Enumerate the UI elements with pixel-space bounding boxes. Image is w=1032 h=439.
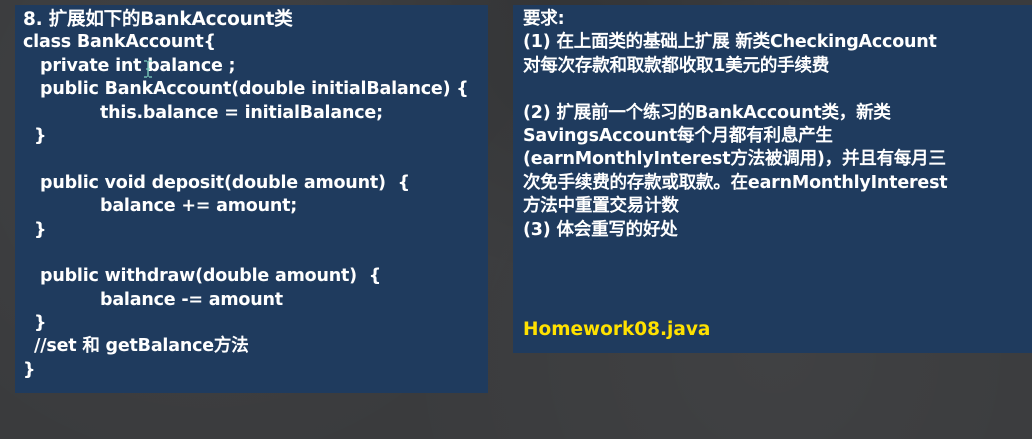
requirement-2-line: 次免手续费的存款或取款。在earnMonthlyInterest	[523, 172, 948, 193]
code-line: balance -= amount	[100, 289, 283, 310]
code-line: private int balance ;	[40, 55, 236, 76]
code-line: this.balance = initialBalance;	[100, 102, 383, 123]
code-comment: //set 和 getBalance方法	[34, 336, 249, 357]
code-line: }	[23, 359, 36, 380]
requirement-2-line: SavingsAccount每个月都有利息产生	[523, 125, 833, 146]
requirements-heading: 要求:	[523, 9, 565, 29]
code-line: }	[34, 125, 47, 146]
requirement-2-line: (earnMonthlyInterest方法被调用)，并且有每月三	[523, 149, 946, 170]
requirement-1-line: (1) 在上面类的基础上扩展 新类CheckingAccount	[523, 32, 937, 53]
code-panel-title: 8. 扩展如下的BankAccount类	[23, 9, 293, 30]
code-line: class BankAccount{	[23, 32, 216, 53]
code-line: public BankAccount(double initialBalance…	[40, 79, 469, 100]
code-line: public withdraw(double amount) {	[40, 266, 381, 287]
homework-filename: Homework08.java	[523, 319, 711, 340]
code-line: }	[34, 313, 47, 334]
requirement-3-line: (3) 体会重写的好处	[523, 219, 678, 240]
code-line: public void deposit(double amount) {	[40, 172, 410, 193]
requirement-2-line: 方法中重置交易计数	[523, 196, 679, 217]
text-cursor-icon	[143, 60, 153, 78]
requirement-2-line: (2) 扩展前一个练习的BankAccount类，新类	[523, 102, 891, 123]
code-line: balance += amount;	[100, 196, 298, 217]
code-panel: 8. 扩展如下的BankAccount类 class BankAccount{ …	[15, 5, 488, 393]
requirements-panel: 要求: (1) 在上面类的基础上扩展 新类CheckingAccount 对每次…	[513, 5, 1032, 353]
code-line: }	[34, 219, 47, 240]
requirement-1-line: 对每次存款和取款都收取1美元的手续费	[523, 55, 830, 76]
